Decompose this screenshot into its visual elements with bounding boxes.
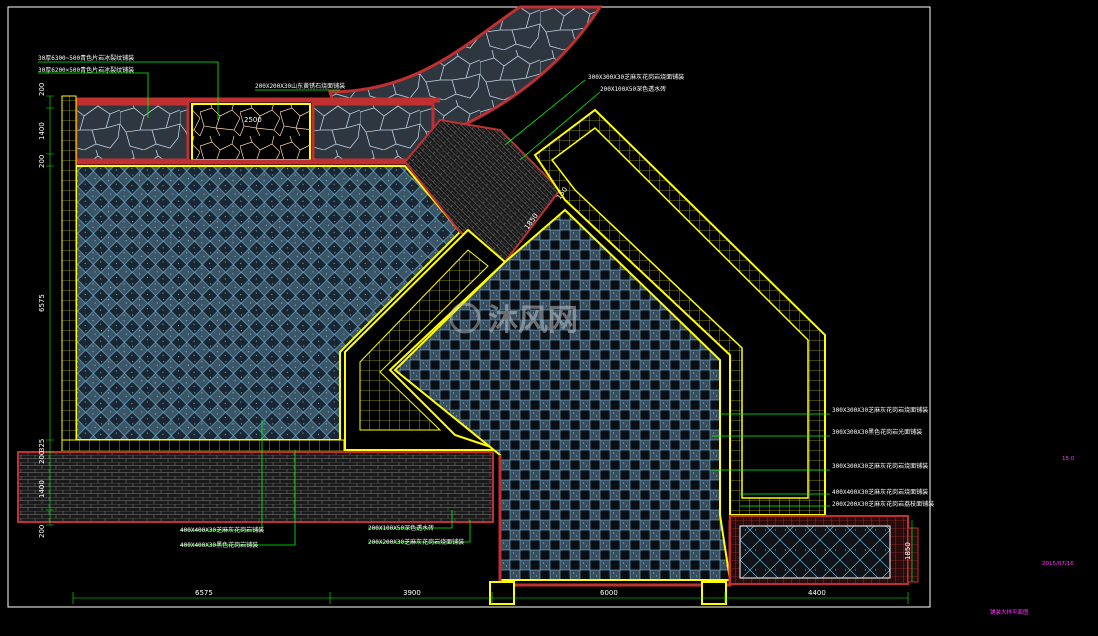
bottom-right-crosshatch-inner [739,525,891,579]
dim-left-2: 1400 [38,122,46,140]
callout-top-left-2: 30厚6200×500青色片岩冰裂纹铺装 [38,66,134,74]
left-plaza-bottom-border [61,439,345,453]
top-stone-strip-mid [191,103,311,161]
bottom-brick-strip [17,451,494,523]
entry-post-right [701,581,727,605]
left-yellow-border [61,95,77,445]
sheet-code: 15.0 [1062,456,1075,462]
callout-bottom-left-2: 400X400X30黑色花岗岩铺装 [180,541,258,549]
callout-top-left-1: 30厚6300~500青色片岩冰裂纹铺装 [38,54,134,62]
callout-right-1: 300X300X30芝麻灰花岗岩烧面铺装 [832,406,928,414]
dim-bottom-3: 6000 [600,589,618,597]
dim-bottom-2: 3900 [403,589,421,597]
top-stone-strip-left [74,102,190,162]
callout-top-right-1: 300X300X30芝麻灰花岗岩烧面铺装 [588,73,684,81]
watermark-text: 沐风网 [488,303,578,338]
cad-drawing-canvas: 沐风网 6575 3900 6000 4400 200 1400 200 657… [7,5,1075,616]
dim-left-3: 200 [38,155,46,168]
callout-right-4: 400X400X30芝麻灰花岗岩烧面铺装 [832,488,928,496]
dim-left-7: 1400 [38,480,46,498]
entry-post-left [489,581,515,605]
callout-bottom-mid-1: 200X100X50深色透水砖 [368,524,434,532]
dim-bottom-4: 4400 [808,589,826,597]
dim-left-5: 325 [38,439,46,452]
callout-right-2: 300X300X30黑色花岗岩光面铺装 [832,428,922,436]
dim-2500: 2500 [244,116,262,124]
dim-left-1: 200 [38,83,46,96]
drawing-title: 铺装大样平面图 [990,608,1029,616]
dim-right-small: 1850 [904,542,912,560]
callout-top-right-2: 200X100X50深色透水砖 [600,85,666,93]
callout-right-3: 300X300X30芝麻灰花岗岩烧面铺装 [832,462,928,470]
drawing-date: 2015/07/16 [1042,561,1074,567]
dim-left-8: 200 [38,525,46,538]
dim-bottom-1: 6575 [195,589,213,597]
callout-top-mid: 200X200X30山东黄锈石烧面铺装 [255,82,345,90]
dim-left-4: 6575 [38,294,46,312]
callout-bottom-mid-2: 200X200X30芝麻灰花岗岩烧面铺装 [368,538,464,546]
callout-right-5: 200X200X30芝麻灰花岗岩荔枝面铺装 [832,500,934,508]
callout-bottom-left-1: 400X400X30芝麻灰花岗岩铺装 [180,526,264,534]
dim-left-6: 200 [38,451,46,464]
